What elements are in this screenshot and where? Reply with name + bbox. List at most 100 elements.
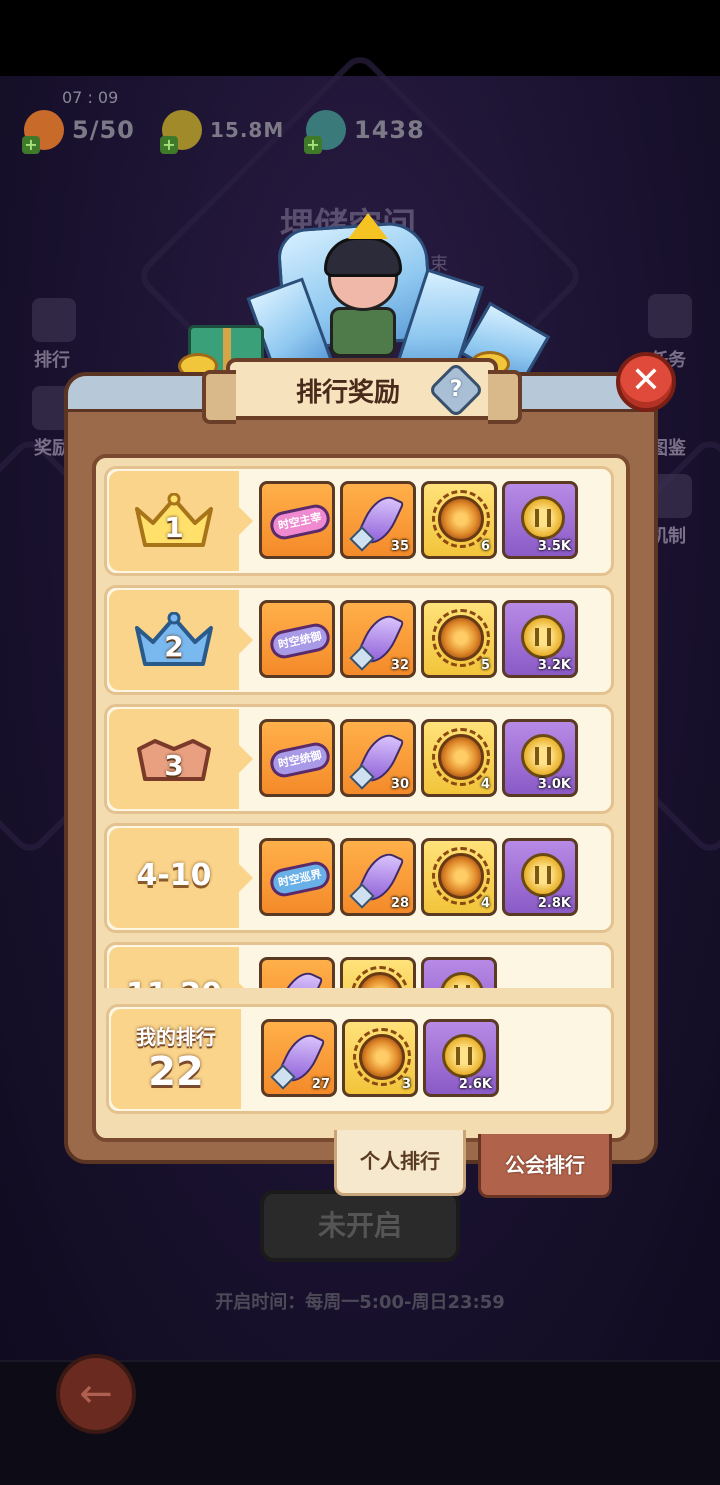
help-icon[interactable]: ? bbox=[427, 361, 485, 419]
medal-item[interactable]: 3.2K bbox=[502, 600, 578, 678]
title-badge-label: 时空主宰 bbox=[267, 502, 332, 542]
rank-box: 1 bbox=[109, 471, 253, 571]
plus-icon[interactable]: + bbox=[304, 136, 322, 154]
item-quantity: 4 bbox=[480, 896, 490, 911]
rank-box: 2 bbox=[109, 590, 253, 690]
open-time-text: 开启时间：每周一5:00-周日23:59 bbox=[215, 1292, 505, 1313]
silver-crown-icon: 2 bbox=[133, 611, 215, 670]
feather-icon bbox=[274, 966, 324, 988]
item-quantity: 2.8K bbox=[537, 896, 571, 911]
sun-emblem-item[interactable]: 4 bbox=[421, 719, 497, 797]
item-quantity: 3.0K bbox=[537, 777, 571, 792]
feather-item[interactable]: 32 bbox=[340, 600, 416, 678]
tab-personal-rank[interactable]: 个人排行 bbox=[334, 1130, 466, 1196]
rank-box: 11-20 bbox=[109, 947, 253, 988]
crystal-icon: + bbox=[304, 110, 346, 154]
sun-emblem-item[interactable] bbox=[340, 957, 416, 988]
item-quantity: 32 bbox=[390, 658, 409, 673]
my-rank-label: 我的排行 bbox=[136, 1025, 216, 1049]
my-rank-row: 我的排行 22 27 3 2.6K bbox=[106, 1004, 614, 1114]
gems-value: 1438 bbox=[354, 116, 425, 144]
title-badge-item[interactable]: 时空统御 bbox=[259, 600, 335, 678]
leaderboard-icon[interactable] bbox=[32, 298, 76, 342]
energy-value: 5/50 bbox=[72, 116, 135, 144]
fire-icon: + bbox=[22, 110, 64, 154]
reward-row: 4-10 时空巡界 28 4 2.8K bbox=[104, 823, 614, 933]
bronze-crown-icon: 3 bbox=[133, 731, 215, 789]
coins-value: 15.8M bbox=[210, 118, 285, 142]
title-badge-label: 时空巡界 bbox=[267, 859, 332, 899]
tab-guild-rank[interactable]: 公会排行 bbox=[478, 1134, 612, 1198]
my-rank-box: 我的排行 22 bbox=[111, 1009, 241, 1109]
sun-icon bbox=[438, 615, 484, 661]
item-quantity: 4 bbox=[480, 777, 490, 792]
medal-item[interactable]: 3.0K bbox=[502, 719, 578, 797]
plus-icon[interactable]: + bbox=[160, 136, 178, 154]
gold-crown-icon: 1 bbox=[133, 492, 215, 551]
rank-box: 4-10 bbox=[109, 828, 253, 928]
sun-emblem-item[interactable]: 5 bbox=[421, 600, 497, 678]
hud-coins[interactable]: + 15.8M bbox=[160, 108, 285, 154]
coin-icon: + bbox=[160, 110, 202, 154]
sun-icon bbox=[438, 734, 484, 780]
sun-icon bbox=[438, 496, 484, 542]
item-quantity: 3.2K bbox=[537, 658, 571, 673]
medal-item[interactable]: 2.8K bbox=[502, 838, 578, 916]
reward-list[interactable]: 1 时空主宰 35 6 3.5K 2 时空统御 32 5 3.2K 3 时空统御 30 4 3.0K 4-10… bbox=[104, 466, 618, 988]
sun-icon bbox=[438, 853, 484, 899]
item-quantity: 28 bbox=[390, 896, 409, 911]
reward-row: 3 时空统御 30 4 3.0K bbox=[104, 704, 614, 814]
feather-item[interactable]: 35 bbox=[340, 481, 416, 559]
title-badge-item[interactable]: 时空巡界 bbox=[259, 838, 335, 916]
task-icon[interactable] bbox=[648, 294, 692, 338]
crown-icon bbox=[348, 213, 388, 239]
hud-gems[interactable]: + 1438 bbox=[304, 108, 425, 154]
my-rank-value: 22 bbox=[148, 1049, 204, 1095]
plus-icon[interactable]: + bbox=[22, 136, 40, 154]
medal-item[interactable] bbox=[421, 957, 497, 988]
feather-item[interactable]: 27 bbox=[261, 1019, 337, 1097]
sun-icon bbox=[359, 1034, 405, 1080]
rank-number: 3 bbox=[164, 749, 184, 782]
rank-range-label: 11-20 bbox=[109, 977, 239, 988]
dialog-title: 排行奖励 bbox=[296, 378, 401, 408]
feather-item[interactable] bbox=[259, 957, 335, 988]
dialog-title-banner: 排行奖励 ? bbox=[202, 358, 522, 424]
rank-box: 3 bbox=[109, 709, 253, 809]
side-label-rank[interactable]: 排行 bbox=[34, 346, 70, 372]
medal-icon bbox=[442, 1034, 486, 1078]
rank-number: 1 bbox=[164, 511, 184, 544]
item-quantity: 5 bbox=[480, 658, 490, 673]
item-quantity: 30 bbox=[390, 777, 409, 792]
sun-emblem-item[interactable]: 3 bbox=[342, 1019, 418, 1097]
reward-row: 11-20 bbox=[104, 942, 614, 988]
title-badge-label: 时空统御 bbox=[267, 621, 332, 661]
rank-range-label: 4-10 bbox=[136, 858, 212, 893]
title-badge-item[interactable]: 时空主宰 bbox=[259, 481, 335, 559]
title-badge-item[interactable]: 时空统御 bbox=[259, 719, 335, 797]
close-button[interactable]: ✕ bbox=[616, 352, 676, 412]
medal-icon bbox=[521, 496, 565, 540]
item-quantity: 3 bbox=[401, 1077, 411, 1092]
medal-icon bbox=[521, 615, 565, 659]
feather-item[interactable]: 30 bbox=[340, 719, 416, 797]
hud-time: 07 : 09 bbox=[62, 88, 119, 107]
medal-icon bbox=[440, 972, 484, 988]
medal-item[interactable]: 2.6K bbox=[423, 1019, 499, 1097]
back-arrow-icon[interactable]: ← bbox=[56, 1354, 136, 1434]
hud-energy[interactable]: + 5/50 bbox=[22, 108, 135, 154]
item-quantity: 27 bbox=[311, 1077, 330, 1092]
medal-icon bbox=[521, 734, 565, 778]
sun-emblem-item[interactable]: 6 bbox=[421, 481, 497, 559]
not-open-button[interactable]: 未开启 bbox=[260, 1190, 460, 1262]
item-quantity: 6 bbox=[480, 539, 490, 554]
item-quantity: 2.6K bbox=[458, 1077, 492, 1092]
feather-item[interactable]: 28 bbox=[340, 838, 416, 916]
rank-number: 2 bbox=[164, 630, 184, 663]
item-quantity: 3.5K bbox=[537, 539, 571, 554]
medal-icon bbox=[521, 853, 565, 897]
reward-row: 2 时空统御 32 5 3.2K bbox=[104, 585, 614, 695]
medal-item[interactable]: 3.5K bbox=[502, 481, 578, 559]
sun-emblem-item[interactable]: 4 bbox=[421, 838, 497, 916]
item-quantity: 35 bbox=[390, 539, 409, 554]
